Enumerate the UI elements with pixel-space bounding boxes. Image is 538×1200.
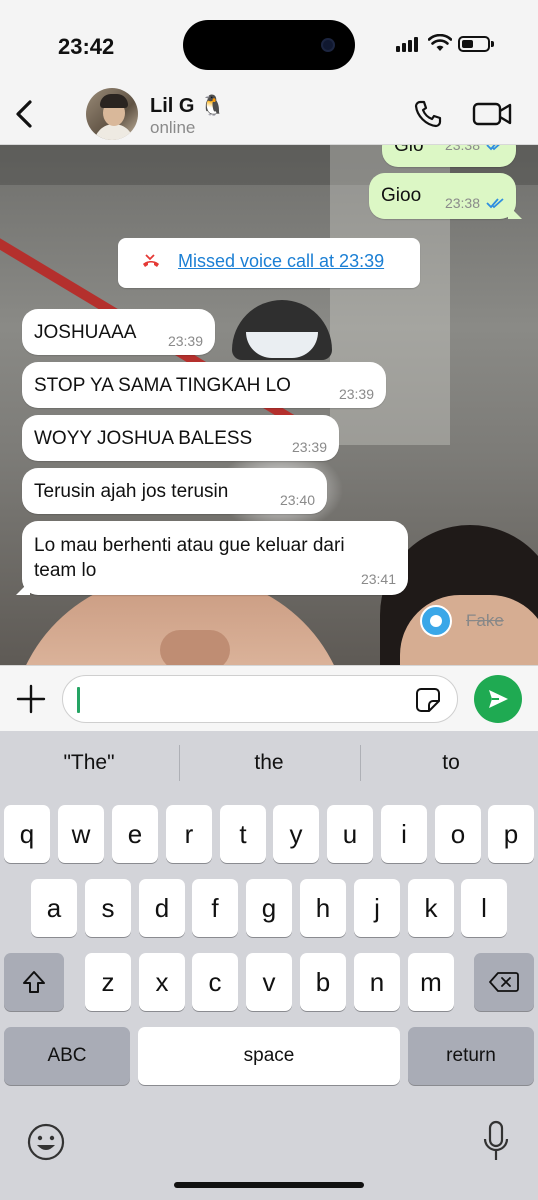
message-incoming[interactable]: Lo mau berhenti atau gue keluar dari tea… xyxy=(16,521,408,595)
read-receipt-icon xyxy=(486,198,504,209)
key-g[interactable]: g xyxy=(246,879,292,937)
message-text: JOSHUAAA xyxy=(34,322,137,343)
suggestion-1[interactable]: "The" xyxy=(4,751,174,775)
space-key[interactable]: space xyxy=(138,1027,400,1085)
key-e[interactable]: e xyxy=(112,805,158,863)
microphone-icon[interactable] xyxy=(482,1120,510,1164)
back-chevron-icon[interactable] xyxy=(10,96,40,132)
message-time: 23:38 xyxy=(444,195,480,211)
key-x[interactable]: x xyxy=(139,953,185,1011)
key-y[interactable]: y xyxy=(273,805,319,863)
key-v[interactable]: v xyxy=(246,953,292,1011)
message-text: WOYY JOSHUA BALESS xyxy=(34,428,253,449)
key-b[interactable]: b xyxy=(300,953,346,1011)
key-f[interactable]: f xyxy=(192,879,238,937)
message-outgoing[interactable]: Gio 23:38 xyxy=(382,145,516,167)
missed-call-link[interactable]: Missed voice call at 23:39 xyxy=(178,251,384,272)
status-time: 23:42 xyxy=(58,34,115,59)
message-text: Gio xyxy=(394,145,424,156)
message-text: STOP YA SAMA TINGKAH LO xyxy=(34,375,291,396)
message-time: 23:39 xyxy=(167,333,203,349)
suggestion-3[interactable]: to xyxy=(366,751,536,775)
video-camera-icon[interactable] xyxy=(472,100,512,128)
emoji-icon[interactable] xyxy=(26,1122,66,1162)
suggestion-2[interactable]: the xyxy=(184,751,354,775)
key-u[interactable]: u xyxy=(327,805,373,863)
abc-key[interactable]: ABC xyxy=(4,1027,130,1085)
missed-call-notice[interactable]: Missed voice call at 23:39 xyxy=(118,238,420,288)
key-q[interactable]: q xyxy=(4,805,50,863)
message-text: Terusin ajah jos terusin xyxy=(34,481,229,502)
phone-icon[interactable] xyxy=(412,98,444,130)
message-text: Gioo xyxy=(381,185,422,206)
message-time: 23:39 xyxy=(291,439,327,455)
key-r[interactable]: r xyxy=(166,805,212,863)
contact-name[interactable]: Lil G 🐧 xyxy=(150,93,225,118)
key-k[interactable]: k xyxy=(408,879,454,937)
wallpaper-lamp xyxy=(232,300,332,360)
key-l[interactable]: l xyxy=(461,879,507,937)
key-t[interactable]: t xyxy=(220,805,266,863)
contact-avatar[interactable] xyxy=(86,88,138,140)
message-time: 23:38 xyxy=(444,145,480,153)
read-receipt-icon xyxy=(486,145,500,151)
send-button[interactable] xyxy=(474,675,522,723)
key-p[interactable]: p xyxy=(488,805,534,863)
message-incoming[interactable]: JOSHUAAA 23:39 xyxy=(22,309,215,355)
wifi-icon xyxy=(428,34,452,51)
plus-icon[interactable] xyxy=(16,684,46,714)
battery-icon xyxy=(458,36,494,52)
emoji-face-icon xyxy=(420,605,452,637)
key-s[interactable]: s xyxy=(85,879,131,937)
message-time: 23:39 xyxy=(338,386,374,402)
send-icon xyxy=(489,690,508,708)
compose-bar xyxy=(0,665,538,731)
key-j[interactable]: j xyxy=(354,879,400,937)
top-bar: 23:42 Lil G 🐧 online xyxy=(0,0,538,145)
watermark-text: Fake xyxy=(466,611,504,630)
message-text: Lo mau berhenti atau gue keluar dari tea… xyxy=(34,535,345,581)
message-outgoing[interactable]: Gioo 23:38 xyxy=(369,173,522,219)
key-h[interactable]: h xyxy=(300,879,346,937)
home-indicator[interactable] xyxy=(174,1182,364,1188)
key-c[interactable]: c xyxy=(192,953,238,1011)
message-incoming[interactable]: STOP YA SAMA TINGKAH LO 23:39 xyxy=(22,362,386,408)
signal-icon xyxy=(396,37,418,52)
message-time: 23:40 xyxy=(279,492,315,508)
key-n[interactable]: n xyxy=(354,953,400,1011)
key-o[interactable]: o xyxy=(435,805,481,863)
keyboard: "The" the to q w e r t y u i o p a s d f… xyxy=(0,731,538,1200)
delete-key[interactable] xyxy=(474,953,534,1011)
shift-key[interactable] xyxy=(4,953,64,1011)
message-time: 23:41 xyxy=(360,571,396,587)
key-i[interactable]: i xyxy=(381,805,427,863)
backspace-icon xyxy=(489,972,519,992)
key-z[interactable]: z xyxy=(85,953,131,1011)
message-incoming[interactable]: WOYY JOSHUA BALESS 23:39 xyxy=(22,415,339,461)
sticker-icon[interactable] xyxy=(415,687,441,713)
message-incoming[interactable]: Terusin ajah jos terusin 23:40 xyxy=(22,468,327,514)
key-m[interactable]: m xyxy=(408,953,454,1011)
key-a[interactable]: a xyxy=(31,879,77,937)
contact-status: online xyxy=(150,118,196,137)
text-cursor xyxy=(77,687,80,713)
message-input[interactable] xyxy=(62,675,458,723)
dynamic-island xyxy=(183,20,355,70)
missed-call-icon xyxy=(143,254,159,267)
return-key[interactable]: return xyxy=(408,1027,534,1085)
key-w[interactable]: w xyxy=(58,805,104,863)
chat-area[interactable]: Gio 23:38 Gioo 23:38 Missed voice call a… xyxy=(0,145,538,665)
shift-icon xyxy=(23,971,45,993)
key-d[interactable]: d xyxy=(139,879,185,937)
